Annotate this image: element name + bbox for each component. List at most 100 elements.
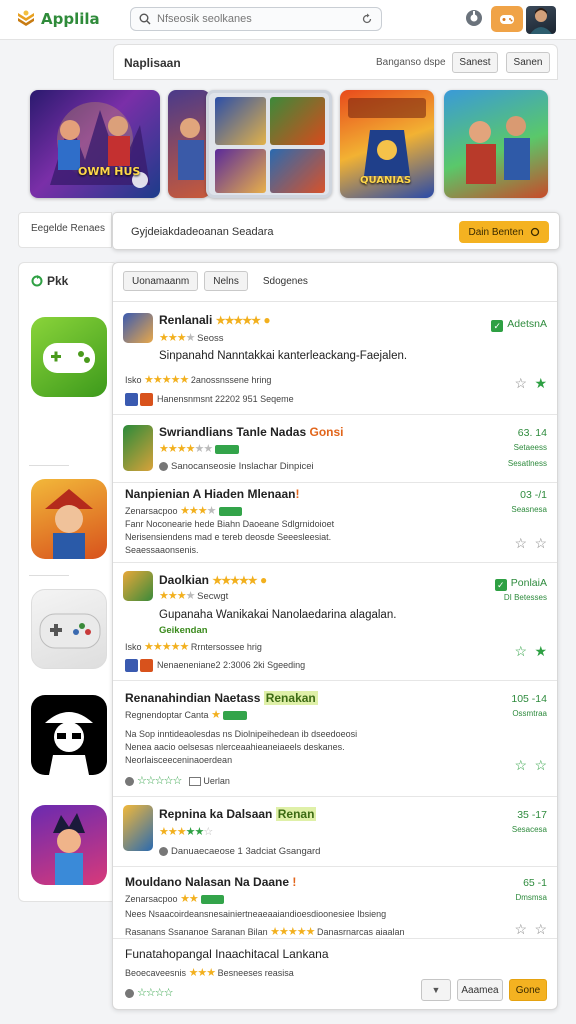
tab-3[interactable]: Sdogenes [254, 271, 317, 291]
star-green-icon[interactable]: ★ [534, 643, 547, 660]
check-icon: ✓ [494, 579, 507, 591]
row-title-line: Mouldano Nalasan Na Daane ! [125, 875, 296, 889]
rating-stars: ★★★★★ [212, 575, 257, 587]
row-title-line: Renlanali ★★★★★ ● [159, 313, 271, 327]
row-title: Funatahopangal Inaachitacal Lankana [125, 947, 329, 961]
star-outline-icon[interactable]: ☆ [534, 921, 547, 938]
app-icon-gamepad-white[interactable] [31, 589, 107, 669]
refresh-icon[interactable] [361, 13, 373, 25]
divider [29, 465, 69, 466]
pick-label-text: Pkk [47, 274, 69, 288]
featured-banner-3-grid[interactable] [206, 90, 332, 198]
desc-line-1: Fanr Noconearie hede Biahn Daoeane Sdlgr… [125, 519, 335, 529]
tab-1[interactable]: Uonamaanm [123, 271, 199, 291]
green-badge [215, 444, 239, 454]
box-icon [188, 777, 201, 787]
app-icon-pirate[interactable] [31, 695, 107, 775]
search-bar[interactable] [130, 7, 382, 31]
sort-button-2[interactable]: Sanen [506, 52, 550, 73]
meta-text: Danasrnarcas aiaalan [316, 927, 405, 937]
bottom-line: ☆☆☆☆☆ Uerlan [125, 774, 230, 787]
list-item[interactable]: Nanpienian A Hiaden Mlenaan! Zenarsacpoo… [113, 483, 557, 563]
star-green-icon[interactable]: ☆ [514, 757, 527, 774]
dot-icon [125, 989, 134, 999]
list-item[interactable]: Daolkian ★★★★★ ● ★★★★ Secwgt ✓ PonlaiA DI… [113, 563, 557, 681]
rating-line: Zenarsacpoo ★★ [125, 892, 225, 905]
star-outline-icon[interactable]: ☆ [514, 921, 527, 938]
promo-text: Gyjdeiakdadeoanan Seadara [131, 226, 274, 238]
row-title-highlight: ! [295, 487, 300, 501]
desc-line-1: Nees Nsaacoirdeansnesainiertneaeaaiandio… [125, 909, 387, 919]
rating-stars: ★★★ [188, 967, 217, 979]
banner-1-text: OWM HUS [78, 165, 141, 178]
controller-icon [500, 15, 514, 24]
status-sub: DI Betesses [503, 593, 547, 602]
logo-icon [18, 10, 34, 26]
footer-button-primary[interactable]: Gone [509, 979, 547, 1001]
rating-text: Seoss [197, 333, 224, 344]
row-title: Mouldano Nalasan Na Daane [125, 875, 290, 889]
desc-line-2: Nerisensiendens mad e tereb deosde Seees… [125, 532, 332, 542]
list-item[interactable]: Mouldano Nalasan Na Daane ! Zenarsacpoo … [113, 867, 557, 939]
tab-2[interactable]: Nelns [204, 271, 248, 291]
status-sub: Setaeess [513, 443, 547, 452]
featured-banner-5[interactable] [444, 90, 548, 198]
star-green-icon[interactable]: ★ [534, 375, 547, 392]
top-bar: Applila [0, 0, 576, 40]
sort-button-1[interactable]: Sanest [452, 52, 498, 73]
rating-stars-green: ☆☆☆☆ [137, 987, 173, 999]
rating-stars: ★★★ [159, 590, 187, 602]
desc-line-3: Neorlaisceeceninaoerdean [125, 755, 233, 765]
rating-line: ★★★★ Secwgt [159, 589, 228, 602]
divider [29, 575, 69, 576]
featured-banner-4[interactable]: QUANIAS [340, 90, 434, 198]
status-sub: Dmsmsa [515, 893, 547, 902]
row-title-line: Renanahindian Naetass Renakan [125, 691, 318, 705]
star-outline-icon[interactable]: ☆ [514, 535, 527, 552]
featured-banner-1[interactable]: OWM HUS [30, 90, 160, 198]
meta-label: Rasanans Ssananoe Saranan Bilan [125, 927, 268, 937]
row-title-line: Repnina ka Dalsaan Renan [159, 807, 317, 821]
promo-bar: Gyjdeiakdadeoanan Seadara Dain Benten [112, 212, 560, 250]
featured-banner-2[interactable] [168, 90, 210, 198]
rating-stars: ★★ [180, 893, 199, 905]
star-outline-icon[interactable]: ☆ [514, 375, 527, 392]
footer-button-2[interactable]: Aaamea [457, 979, 503, 1001]
coin-icon: ● [263, 313, 271, 327]
promo-button[interactable]: Dain Benten [459, 221, 549, 243]
left-icon-column: Pkk [18, 262, 118, 902]
settings-icon[interactable] [465, 9, 483, 27]
rating-stars: ★★★ [159, 826, 187, 838]
sort-label: Banganso dspe [376, 57, 446, 68]
star-outline-icon[interactable]: ☆ [534, 535, 547, 552]
list-item[interactable]: Repnina ka Dalsaan Renan ★★★★★☆ Danuaeca… [113, 797, 557, 867]
game-controller-button[interactable] [491, 6, 523, 32]
rating-stars: ★ [211, 709, 221, 721]
app-icon-adventurer[interactable] [31, 479, 107, 559]
bottom-line: Nenaeneniane2 2:3006 2ki Sgeeding [125, 659, 305, 672]
search-input[interactable] [157, 13, 355, 25]
list-item[interactable]: Renlanali ★★★★★ ● ★★★★ Seoss ✓ AdetsnA Si… [113, 303, 557, 415]
list-item[interactable]: Renanahindian Naetass Renakan Regnendopt… [113, 681, 557, 797]
rating-text: Secwgt [197, 591, 229, 602]
list-tabs: Uonamaanm Nelns Sdogenes [123, 271, 317, 293]
star-green-icon[interactable]: ☆ [534, 757, 547, 774]
version-status: 105 -14 [511, 693, 547, 705]
rating-line: Zenarsacpoo ★★★★ [125, 504, 243, 517]
app-thumb [123, 571, 153, 601]
app-logo[interactable]: Applila [16, 9, 100, 29]
app-icon-gamepad-green[interactable] [31, 317, 107, 397]
list-item[interactable]: Swriandlians Tanle Nadas Gonsi ★★★★★★ Sa… [113, 415, 557, 483]
sub-line: Danuaecaeose 1 3adciat Gsangard [159, 846, 320, 857]
rating-stars: ★★★★★ [144, 374, 189, 386]
star-green-icon[interactable]: ☆ [514, 643, 527, 660]
desc-line-3: Seaessaaonsenis. [125, 545, 199, 555]
dropdown-button[interactable]: ▼ [421, 979, 451, 1001]
rating-stars: ★★★★ [159, 443, 195, 455]
user-avatar[interactable] [526, 6, 556, 34]
green-badge [200, 895, 225, 905]
bottom-line: Hanensnmsnt 22202 951 Seqeme [125, 393, 294, 406]
app-icon-hero[interactable] [31, 805, 107, 885]
app-list-panel: Uonamaanm Nelns Sdogenes Renlanali ★★★★★… [112, 262, 558, 1010]
rating-stars-empty: ☆ [203, 826, 213, 838]
